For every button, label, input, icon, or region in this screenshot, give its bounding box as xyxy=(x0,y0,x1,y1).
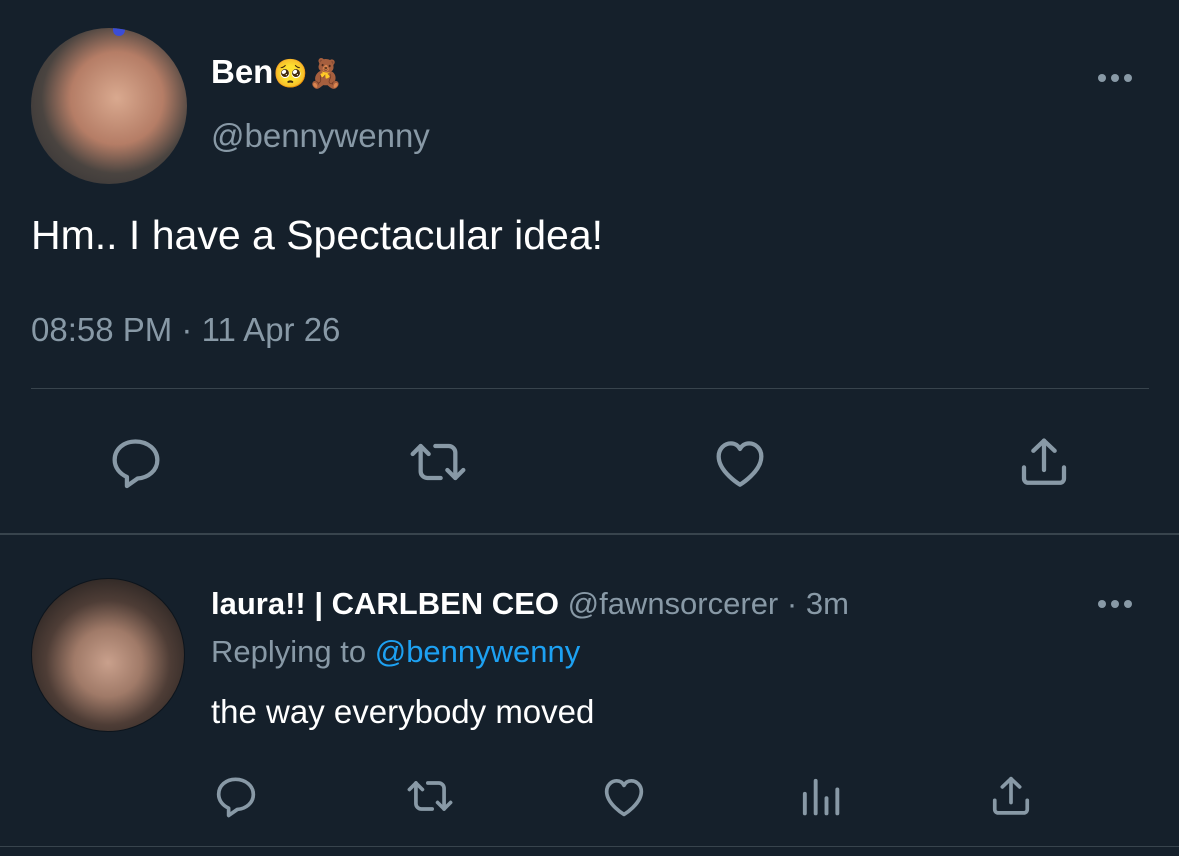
retweet-icon[interactable] xyxy=(406,430,470,494)
author-display-name[interactable]: Ben🥺🧸 xyxy=(211,52,343,94)
author-handle[interactable]: @bennywenny xyxy=(211,116,430,156)
retweet-icon[interactable] xyxy=(404,770,456,822)
reply-header: laura!! | CARLBEN CEO @fawnsorcerer · 3m xyxy=(211,584,849,624)
reply-time[interactable]: 3m xyxy=(806,586,849,621)
reply-author-handle[interactable]: @fawnsorcerer xyxy=(568,586,779,621)
reply-text: the way everybody moved xyxy=(211,693,595,730)
bottom-divider xyxy=(0,846,1179,847)
reply-icon[interactable] xyxy=(210,770,262,822)
like-icon[interactable] xyxy=(598,770,650,822)
section-divider xyxy=(0,533,1179,535)
share-icon[interactable] xyxy=(1012,430,1076,494)
more-options-icon[interactable] xyxy=(1094,62,1136,94)
reply-more-options-icon[interactable] xyxy=(1094,588,1136,620)
analytics-icon[interactable] xyxy=(794,770,846,822)
replying-to-line: Replying to @bennywenny xyxy=(211,632,580,672)
author-avatar[interactable] xyxy=(31,28,187,184)
replying-to-prefix: Replying to xyxy=(211,634,375,669)
reply-separator: · xyxy=(778,586,806,621)
tweet-timestamp[interactable]: 08:58 PM · 11 Apr 26 xyxy=(31,310,340,350)
avatar-status-dot xyxy=(113,28,125,36)
author-name-emojis: 🥺🧸 xyxy=(273,58,344,89)
reply-author-avatar[interactable] xyxy=(31,578,185,732)
replying-to-handle-link[interactable]: @bennywenny xyxy=(375,634,581,669)
reply-icon[interactable] xyxy=(104,430,168,494)
tweet-text: Hm.. I have a Spectacular idea! xyxy=(31,212,604,258)
share-icon[interactable] xyxy=(985,770,1037,822)
like-icon[interactable] xyxy=(708,430,772,494)
author-name-text: Ben xyxy=(211,53,274,90)
divider xyxy=(31,388,1149,389)
reply-author-name[interactable]: laura!! | CARLBEN CEO xyxy=(211,586,559,621)
